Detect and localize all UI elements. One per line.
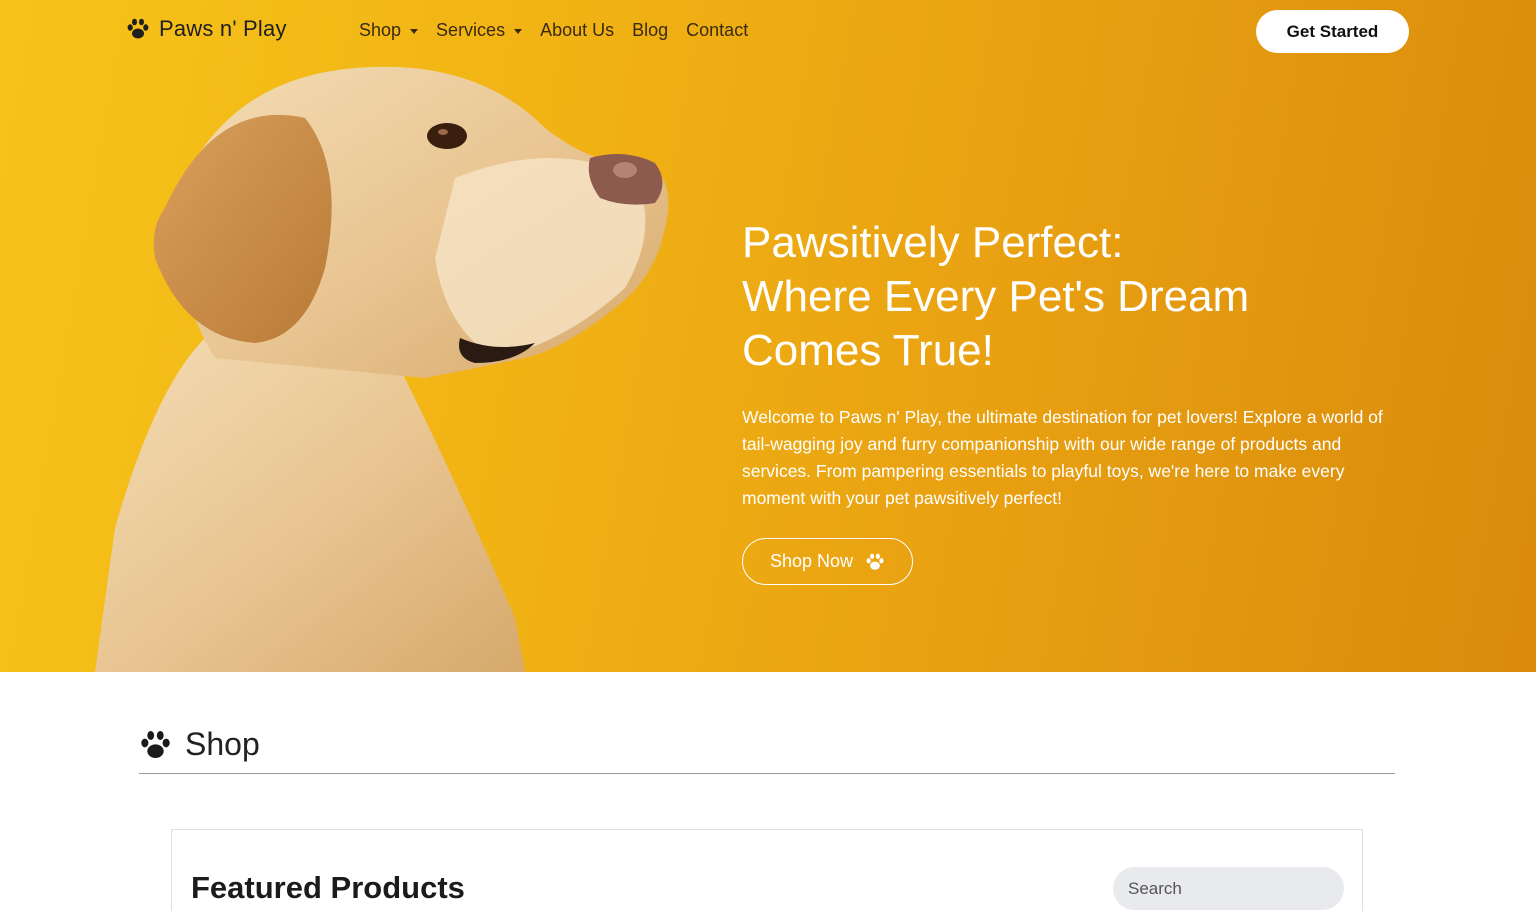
nav-item-label: Shop: [359, 20, 402, 40]
nav-item-label: About Us: [540, 20, 615, 40]
paw-icon: [139, 730, 172, 760]
section-divider: [139, 773, 1395, 774]
brand-logo[interactable]: Paws n' Play: [126, 16, 287, 42]
dog-photo: [95, 66, 669, 672]
shop-now-label: Shop Now: [769, 551, 854, 571]
paw-icon: [126, 18, 150, 40]
brand-name: Paws n' Play: [159, 16, 287, 41]
hero-description: Welcome to Paws n' Play, the ultimate de…: [742, 407, 1383, 508]
nav-item-label: Contact: [686, 20, 749, 40]
nav-item-blog[interactable]: Blog: [632, 20, 668, 41]
hero-title-line: Comes True!: [742, 326, 994, 375]
nav-item-contact[interactable]: Contact: [686, 20, 748, 41]
nav-item-shop[interactable]: Shop: [359, 20, 419, 41]
featured-products-card: Featured Products: [171, 829, 1363, 911]
hero-title-line: Pawsitively Perfect:: [742, 218, 1124, 267]
get-started-button[interactable]: Get Started: [1256, 10, 1409, 53]
featured-products-title: Featured Products: [191, 870, 465, 905]
shop-section-heading: Shop: [139, 726, 260, 763]
caret-down-icon: [410, 29, 419, 34]
hero-title: Pawsitively Perfect: Where Every Pet's D…: [742, 216, 1362, 378]
shop-now-button[interactable]: Shop Now: [742, 538, 913, 585]
hero-title-line: Where Every Pet's Dream: [742, 272, 1250, 321]
nav-item-label: Services: [436, 20, 506, 40]
caret-down-icon: [514, 29, 523, 34]
main-nav: Shop Services About Us Blog Contact: [359, 20, 748, 41]
nav-item-label: Blog: [632, 20, 669, 40]
nav-item-services[interactable]: Services: [436, 20, 523, 41]
nav-item-about-us[interactable]: About Us: [540, 20, 614, 41]
paw-icon: [865, 553, 885, 571]
shop-heading-text: Shop: [185, 726, 260, 762]
search-input[interactable]: [1113, 867, 1344, 910]
